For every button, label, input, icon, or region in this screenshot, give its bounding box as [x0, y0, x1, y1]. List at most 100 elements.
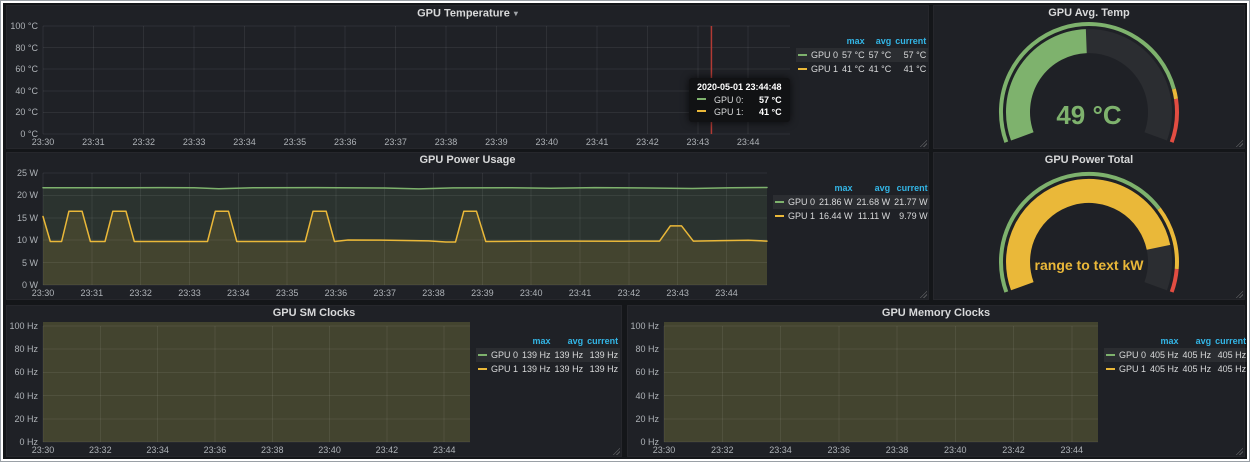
panel-gpu-power-total: GPU Power Total range to text kW — [933, 152, 1245, 300]
x-axis-label: 23:44 — [427, 445, 461, 455]
y-axis-label: 80 °C — [7, 43, 38, 53]
legend-col-header[interactable]: current — [585, 334, 620, 348]
x-axis-label: 23:44 — [731, 137, 765, 147]
tooltip-series-value: 57 °C — [749, 94, 782, 106]
panel-resize-handle[interactable] — [1235, 139, 1243, 147]
gauge-svg — [934, 169, 1244, 299]
legend-series-name[interactable]: GPU 0 — [773, 195, 817, 209]
gpu-sm-clocks-graph[interactable]: 0 Hz20 Hz40 Hz60 Hz80 Hz100 Hz23:3023:32… — [7, 322, 476, 456]
legend-col-header[interactable]: max — [1148, 334, 1181, 348]
tooltip-series-name: GPU 0: — [714, 94, 744, 106]
legend-col-header[interactable]: avg — [1181, 334, 1214, 348]
legend-table: maxavgcurrentGPU 057 °C57 °C57 °CGPU 141… — [796, 34, 928, 76]
panel-gpu-temperature: GPU Temperature▾ 2020-05-01 23:44:48GPU … — [6, 5, 929, 149]
legend-gpu-memory-clocks: maxavgcurrentGPU 0405 Hz405 Hz405 HzGPU … — [1104, 322, 1244, 456]
legend-series-name[interactable]: GPU 1 — [796, 62, 840, 76]
series-color-swatch — [478, 368, 487, 370]
y-axis-label: 40 °C — [7, 86, 38, 96]
panel-resize-handle[interactable] — [919, 290, 927, 298]
legend-col-header[interactable]: current — [1213, 334, 1247, 348]
legend-value: 139 Hz — [520, 362, 553, 376]
legend-value: 57 °C — [893, 48, 928, 62]
legend-col-header[interactable]: current — [892, 181, 930, 195]
chart-svg — [628, 322, 1104, 456]
legend-row: GPU 0139 Hz139 Hz139 Hz — [476, 348, 620, 362]
y-axis-label: 40 Hz — [7, 391, 38, 401]
legend-gpu-power-usage: maxavgcurrentGPU 021.86 W21.68 W21.77 WG… — [773, 169, 928, 299]
gpu-temperature-graph[interactable]: 2020-05-01 23:44:48GPU 0:57 °CGPU 1:41 °… — [7, 22, 796, 148]
y-axis-label: 100 Hz — [7, 321, 38, 331]
panel-resize-handle[interactable] — [1235, 447, 1243, 455]
legend-table: maxavgcurrentGPU 0405 Hz405 Hz405 HzGPU … — [1104, 334, 1247, 376]
legend-col-header[interactable]: avg — [553, 334, 586, 348]
legend-value: 405 Hz — [1213, 362, 1247, 376]
legend-series-name[interactable]: GPU 1 — [476, 362, 520, 376]
legend-series-name[interactable]: GPU 0 — [796, 48, 840, 62]
legend-value: 405 Hz — [1213, 348, 1247, 362]
legend-row: GPU 0405 Hz405 Hz405 Hz — [1104, 348, 1247, 362]
panel-title-gpu-power-total[interactable]: GPU Power Total — [934, 153, 1244, 169]
y-axis-label: 10 W — [7, 235, 38, 245]
y-axis-label: 20 Hz — [628, 414, 659, 424]
legend-col-header[interactable]: current — [893, 34, 928, 48]
x-axis-label: 23:31 — [76, 137, 110, 147]
gpu-memory-clocks-graph[interactable]: 0 Hz20 Hz40 Hz60 Hz80 Hz100 Hz23:3023:32… — [628, 322, 1104, 456]
legend-value: 139 Hz — [553, 348, 586, 362]
legend-col-header[interactable]: avg — [855, 181, 893, 195]
gpu-power-total-gauge: range to text kW — [934, 169, 1244, 299]
panel-resize-handle[interactable] — [919, 139, 927, 147]
x-axis-label: 23:39 — [465, 288, 499, 298]
legend-series-name[interactable]: GPU 1 — [1104, 362, 1148, 376]
legend-col-header[interactable]: max — [817, 181, 855, 195]
y-axis-label: 20 Hz — [7, 414, 38, 424]
y-axis-label: 5 W — [7, 258, 38, 268]
y-axis-label: 15 W — [7, 213, 38, 223]
legend-value: 41 °C — [867, 62, 894, 76]
panel-title-gpu-avg-temp[interactable]: GPU Avg. Temp — [934, 6, 1244, 22]
x-axis-label: 23:40 — [313, 445, 347, 455]
x-axis-label: 23:42 — [997, 445, 1031, 455]
y-axis-label: 25 W — [7, 168, 38, 178]
x-axis-label: 23:32 — [83, 445, 117, 455]
legend-value: 139 Hz — [585, 348, 620, 362]
legend-row: GPU 116.44 W11.11 W9.79 W — [773, 209, 930, 223]
legend-table: maxavgcurrentGPU 021.86 W21.68 W21.77 WG… — [773, 181, 930, 223]
legend-value: 16.44 W — [817, 209, 855, 223]
legend-value: 405 Hz — [1181, 362, 1214, 376]
grafana-dashboard: GPU Temperature▾ 2020-05-01 23:44:48GPU … — [3, 3, 1247, 459]
panel-title-gpu-sm-clocks[interactable]: GPU SM Clocks — [7, 306, 621, 322]
x-axis-label: 23:35 — [278, 137, 312, 147]
x-axis-label: 23:33 — [177, 137, 211, 147]
legend-gpu-temperature: maxavgcurrentGPU 057 °C57 °C57 °CGPU 141… — [796, 22, 928, 148]
legend-col-header[interactable]: max — [840, 34, 867, 48]
x-axis-label: 23:34 — [227, 137, 261, 147]
y-axis-label: 100 °C — [7, 21, 38, 31]
x-axis-label: 23:43 — [681, 137, 715, 147]
series-color-swatch — [1106, 368, 1115, 370]
y-axis-label: 20 W — [7, 190, 38, 200]
legend-col-header[interactable]: max — [520, 334, 553, 348]
legend-value: 405 Hz — [1148, 348, 1181, 362]
x-axis-label: 23:40 — [938, 445, 972, 455]
x-axis-label: 23:35 — [270, 288, 304, 298]
legend-value: 21.77 W — [892, 195, 930, 209]
panel-resize-handle[interactable] — [612, 447, 620, 455]
legend-series-name[interactable]: GPU 0 — [1104, 348, 1148, 362]
panel-resize-handle[interactable] — [1235, 290, 1243, 298]
y-axis-label: 60 Hz — [628, 367, 659, 377]
legend-series-name[interactable]: GPU 0 — [476, 348, 520, 362]
panel-title-gpu-memory-clocks[interactable]: GPU Memory Clocks — [628, 306, 1244, 322]
x-axis-label: 23:42 — [612, 288, 646, 298]
x-axis-label: 23:40 — [514, 288, 548, 298]
gpu-power-usage-graph[interactable]: 0 W5 W10 W15 W20 W25 W23:3023:3123:3223:… — [7, 169, 773, 299]
panel-title-gpu-power-usage[interactable]: GPU Power Usage — [7, 153, 928, 169]
x-axis-label: 23:34 — [764, 445, 798, 455]
legend-series-name[interactable]: GPU 1 — [773, 209, 817, 223]
series-color-swatch — [798, 68, 807, 70]
panel-gpu-sm-clocks: GPU SM Clocks 0 Hz20 Hz40 Hz60 Hz80 Hz10… — [6, 305, 622, 457]
legend-value: 11.11 W — [855, 209, 893, 223]
panel-title-gpu-temperature[interactable]: GPU Temperature ▾ — [7, 6, 928, 22]
legend-col-header[interactable]: avg — [867, 34, 894, 48]
chevron-down-icon[interactable]: ▾ — [514, 9, 518, 18]
panel-title-text: GPU Temperature — [417, 7, 510, 19]
